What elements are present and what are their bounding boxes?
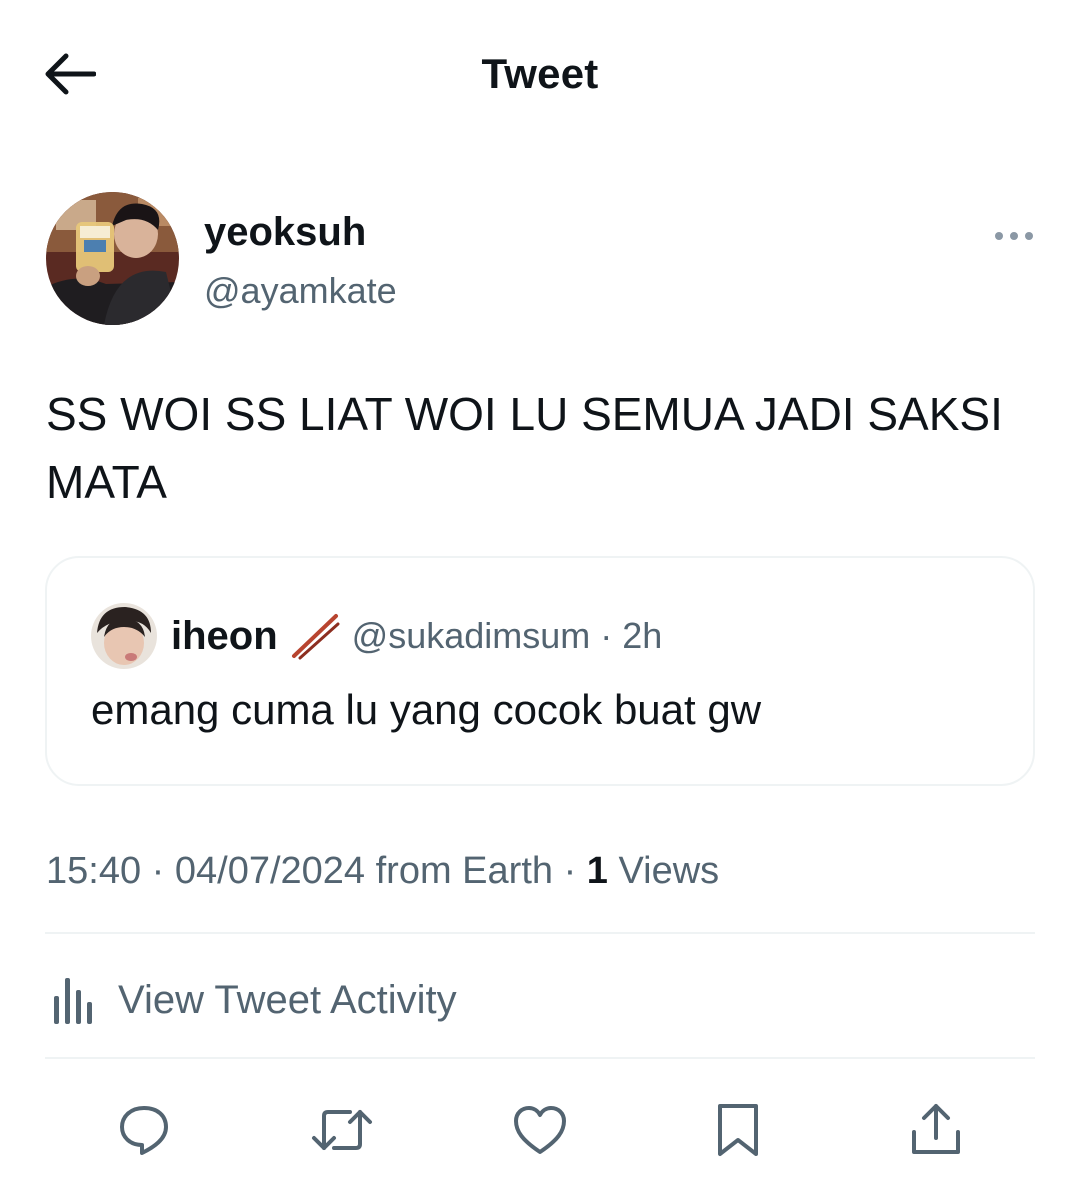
quoted-timestamp: 2h <box>622 615 663 656</box>
tweet-date: 04/07/2024 <box>174 850 366 892</box>
like-icon <box>514 1106 566 1154</box>
bookmark-icon <box>718 1104 758 1156</box>
separator: · <box>600 615 613 656</box>
page-title: Tweet <box>481 50 599 97</box>
retweet-button[interactable] <box>310 1098 374 1162</box>
bar-chart-icon <box>54 978 92 1024</box>
view-tweet-activity-button[interactable]: View Tweet Activity <box>46 960 457 1040</box>
reply-button[interactable] <box>112 1098 176 1162</box>
more-dot-icon <box>995 232 1003 240</box>
share-icon <box>912 1104 960 1154</box>
chopsticks-icon <box>291 614 340 660</box>
like-button[interactable] <box>508 1098 572 1162</box>
top-bar: Tweet <box>0 0 1080 150</box>
tweet-source: from Earth <box>375 850 554 892</box>
share-button[interactable] <box>904 1098 968 1162</box>
divider <box>45 932 1035 934</box>
more-dot-icon <box>1010 232 1018 240</box>
avatar[interactable] <box>46 192 179 325</box>
bookmark-button[interactable] <box>706 1098 770 1162</box>
tweet-time: 15:40 <box>46 850 142 892</box>
views-label[interactable]: Views <box>619 850 720 892</box>
more-options-button[interactable] <box>992 224 1036 248</box>
quoted-avatar <box>91 603 157 669</box>
quoted-handle: @sukadimsum <box>351 615 591 656</box>
reply-icon <box>120 1106 168 1155</box>
quoted-tweet-header: iheon @sukadimsum · 2h <box>91 602 662 670</box>
separator: · <box>563 850 577 892</box>
quoted-tweet-card[interactable]: iheon @sukadimsum · 2h emang cuma lu yan… <box>45 556 1035 786</box>
quoted-display-name: iheon <box>171 613 278 658</box>
action-bar <box>0 1090 1080 1170</box>
divider <box>45 1057 1035 1059</box>
views-count: 1 <box>586 850 608 892</box>
retweet-icon <box>312 1110 372 1150</box>
author-handle[interactable]: @ayamkate <box>204 270 397 312</box>
more-dot-icon <box>1025 232 1033 240</box>
tweet-text: SS WOI SS LIAT WOI LU SEMUA JADI SAKSI M… <box>46 388 1003 508</box>
separator: · <box>151 850 165 892</box>
author-display-name[interactable]: yeoksuh <box>204 210 366 255</box>
quoted-text: emang cuma lu yang cocok buat gw <box>91 686 762 733</box>
tweet-author: yeoksuh @ayamkate <box>46 192 1036 326</box>
tweet-meta: 15:40 · 04/07/2024 from Earth · 1 Views <box>46 850 719 893</box>
activity-label: View Tweet Activity <box>118 977 457 1022</box>
